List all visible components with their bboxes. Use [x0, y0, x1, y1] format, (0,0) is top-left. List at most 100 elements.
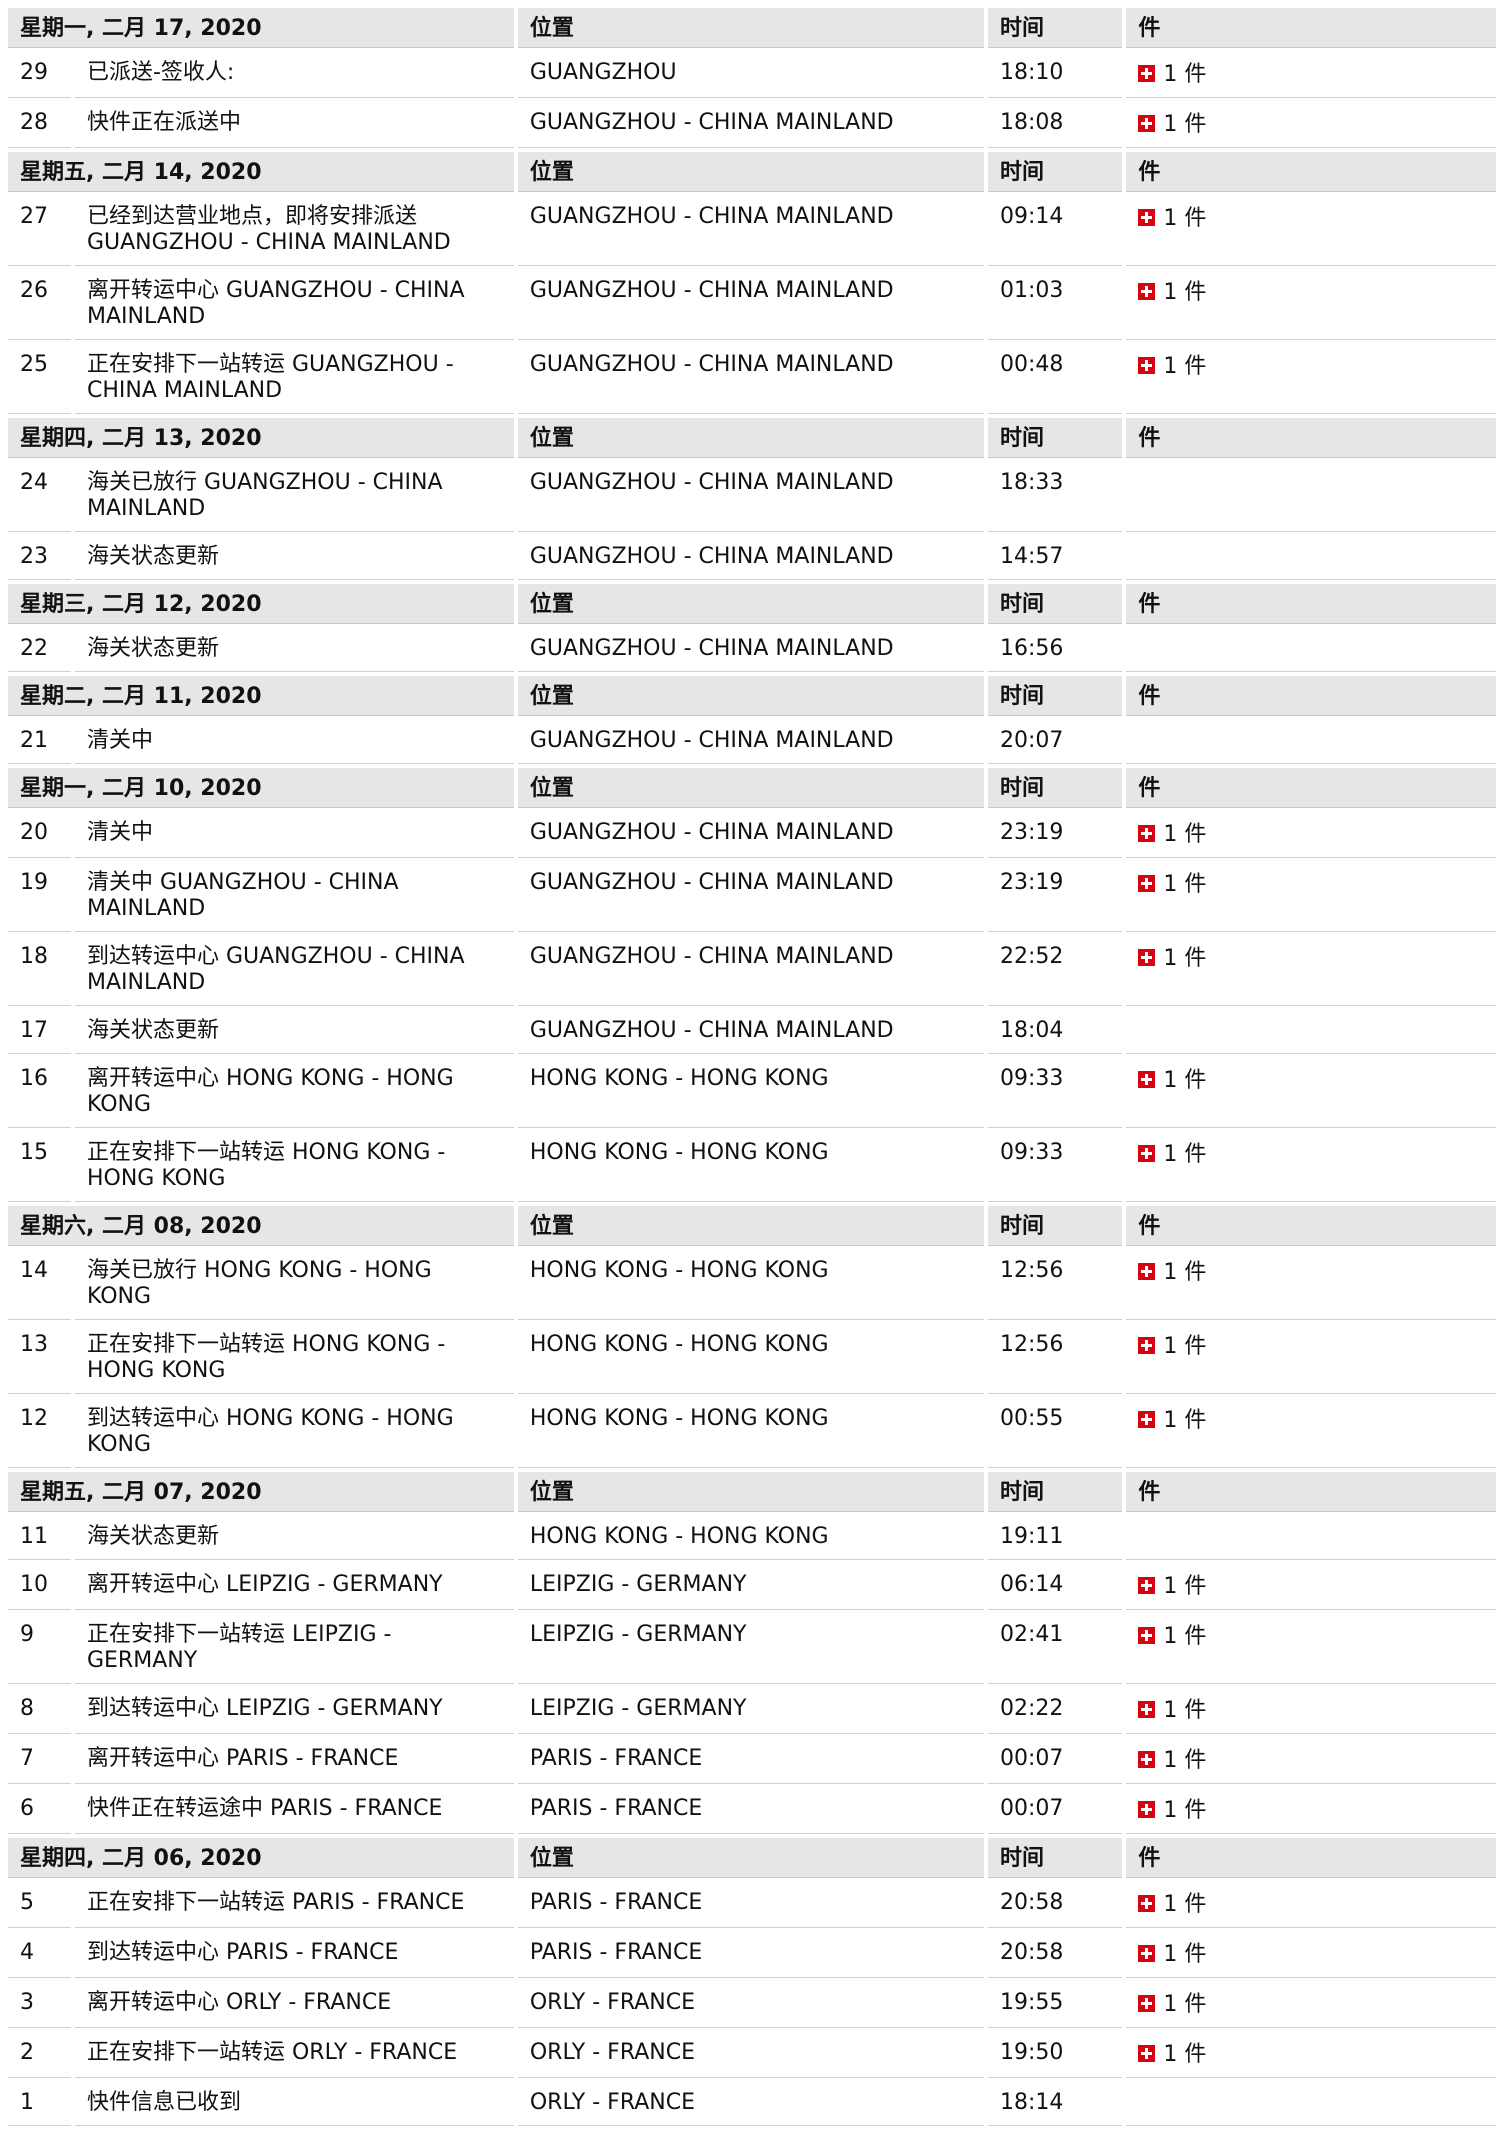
red-cross-icon[interactable]	[1138, 1577, 1156, 1594]
event-number: 26	[8, 270, 71, 340]
event-number: 21	[8, 720, 71, 764]
event-time: 09:14	[988, 196, 1123, 266]
pieces-link[interactable]: 1 件	[1138, 822, 1206, 847]
event-number: 17	[8, 1010, 71, 1054]
red-cross-icon[interactable]	[1138, 1337, 1156, 1354]
event-location: HONG KONG - HONG KONG	[517, 1058, 985, 1128]
event-time: 20:58	[988, 1932, 1123, 1978]
event-pieces	[1126, 720, 1496, 764]
pieces-link[interactable]: 1 件	[1138, 946, 1206, 971]
pieces-count: 1 件	[1163, 946, 1207, 971]
event-number: 11	[8, 1516, 71, 1560]
event-time: 23:19	[988, 862, 1123, 932]
event-location: HONG KONG - HONG KONG	[517, 1324, 985, 1394]
red-cross-icon[interactable]	[1138, 357, 1156, 374]
event-pieces: 1 件	[1126, 196, 1496, 266]
red-cross-icon[interactable]	[1138, 209, 1156, 226]
event-time: 14:57	[988, 536, 1123, 580]
tracking-history: 星期一, 二月 17, 2020 位置 时间件 29 已派送-签收人: GUANGZHOU…	[8, 8, 1500, 2130]
red-cross-icon[interactable]	[1138, 1627, 1156, 1644]
pieces-link[interactable]: 1 件	[1138, 280, 1206, 305]
red-cross-icon[interactable]	[1138, 1801, 1156, 1818]
event-pieces: 1 件	[1126, 1688, 1496, 1734]
red-cross-icon[interactable]	[1138, 875, 1156, 892]
date-header-row: 星期一, 二月 10, 2020 位置 时间件	[8, 768, 1496, 808]
event-number: 19	[8, 862, 71, 932]
event-number: 13	[8, 1324, 71, 1394]
pieces-link[interactable]: 1 件	[1138, 872, 1206, 897]
red-cross-icon[interactable]	[1138, 1411, 1156, 1428]
time-header: 时间	[988, 1472, 1123, 1512]
event-description: 到达转运中心 PARIS - FRANCE	[74, 1932, 514, 1978]
event-number: 24	[8, 462, 71, 532]
pieces-link[interactable]: 1 件	[1138, 1992, 1206, 2017]
pieces-link[interactable]: 1 件	[1138, 1798, 1206, 1823]
pieces-link[interactable]: 1 件	[1138, 1624, 1206, 1649]
event-description: 快件正在转运途中 PARIS - FRANCE	[74, 1788, 514, 1834]
red-cross-icon[interactable]	[1138, 115, 1156, 132]
red-cross-icon[interactable]	[1138, 1071, 1156, 1088]
event-row: 12 到达转运中心 HONG KONG - HONG KONG HONG KONG …	[8, 1398, 1496, 1468]
event-row: 14 海关已放行 HONG KONG - HONG KONG HONG KONG -…	[8, 1250, 1496, 1320]
pieces-link[interactable]: 1 件	[1138, 1942, 1206, 1967]
red-cross-icon[interactable]	[1138, 1945, 1156, 1962]
event-row: 22 海关状态更新 GUANGZHOU - CHINA MAINLAND 16:56	[8, 628, 1496, 672]
red-cross-icon[interactable]	[1138, 2045, 1156, 2062]
event-time: 06:14	[988, 1564, 1123, 1610]
event-description: 正在安排下一站转运 HONG KONG - HONG KONG	[74, 1324, 514, 1394]
event-row: 11 海关状态更新 HONG KONG - HONG KONG 19:11	[8, 1516, 1496, 1560]
event-description: 快件信息已收到	[74, 2082, 514, 2126]
red-cross-icon[interactable]	[1138, 1145, 1156, 1162]
red-cross-icon[interactable]	[1138, 825, 1156, 842]
event-row: 5 正在安排下一站转运 PARIS - FRANCE PARIS - FRANCE 2…	[8, 1882, 1496, 1928]
event-location: HONG KONG - HONG KONG	[517, 1250, 985, 1320]
event-time: 09:33	[988, 1132, 1123, 1202]
event-pieces: 1 件	[1126, 1982, 1496, 2028]
time-header: 时间	[988, 152, 1123, 192]
pieces-link[interactable]: 1 件	[1138, 1408, 1206, 1433]
event-description: 海关状态更新	[74, 628, 514, 672]
event-description: 清关中	[74, 720, 514, 764]
pieces-link[interactable]: 1 件	[1138, 1892, 1206, 1917]
pieces-link[interactable]: 1 件	[1138, 1260, 1206, 1285]
event-number: 1	[8, 2082, 71, 2126]
time-header: 时间	[988, 1838, 1123, 1878]
pieces-link[interactable]: 1 件	[1138, 1142, 1206, 1167]
pieces-link[interactable]: 1 件	[1138, 62, 1206, 87]
pieces-link[interactable]: 1 件	[1138, 1748, 1206, 1773]
red-cross-icon[interactable]	[1138, 1995, 1156, 2012]
event-number: 16	[8, 1058, 71, 1128]
pieces-link[interactable]: 1 件	[1138, 354, 1206, 379]
pieces-link[interactable]: 1 件	[1138, 1334, 1206, 1359]
event-pieces: 1 件	[1126, 1614, 1496, 1684]
event-time: 19:55	[988, 1982, 1123, 2028]
event-number: 14	[8, 1250, 71, 1320]
event-row: 3 离开转运中心 ORLY - FRANCE ORLY - FRANCE 19:55 1…	[8, 1982, 1496, 2028]
event-description: 正在安排下一站转运 ORLY - FRANCE	[74, 2032, 514, 2078]
red-cross-icon[interactable]	[1138, 65, 1156, 82]
pieces-link[interactable]: 1 件	[1138, 112, 1206, 137]
event-number: 3	[8, 1982, 71, 2028]
pieces-count: 1 件	[1163, 1624, 1207, 1649]
date-header: 星期四, 二月 13, 2020	[8, 418, 514, 458]
pieces-link[interactable]: 1 件	[1138, 1068, 1206, 1093]
red-cross-icon[interactable]	[1138, 1701, 1156, 1718]
event-number: 23	[8, 536, 71, 580]
pieces-header: 件	[1126, 1838, 1496, 1878]
red-cross-icon[interactable]	[1138, 1895, 1156, 1912]
pieces-count: 1 件	[1163, 280, 1207, 305]
red-cross-icon[interactable]	[1138, 283, 1156, 300]
red-cross-icon[interactable]	[1138, 1751, 1156, 1768]
pieces-link[interactable]: 1 件	[1138, 1698, 1206, 1723]
event-time: 02:22	[988, 1688, 1123, 1734]
red-cross-icon[interactable]	[1138, 949, 1156, 966]
pieces-link[interactable]: 1 件	[1138, 206, 1206, 231]
pieces-link[interactable]: 1 件	[1138, 1574, 1206, 1599]
event-pieces	[1126, 1516, 1496, 1560]
event-row: 18 到达转运中心 GUANGZHOU - CHINA MAINLAND GUANG…	[8, 936, 1496, 1006]
event-description: 已经到达营业地点，即将安排派送 GUANGZHOU - CHINA MAINLA…	[74, 196, 514, 266]
pieces-link[interactable]: 1 件	[1138, 2042, 1206, 2067]
event-number: 10	[8, 1564, 71, 1610]
red-cross-icon[interactable]	[1138, 1263, 1156, 1280]
event-description: 正在安排下一站转运 LEIPZIG - GERMANY	[74, 1614, 514, 1684]
